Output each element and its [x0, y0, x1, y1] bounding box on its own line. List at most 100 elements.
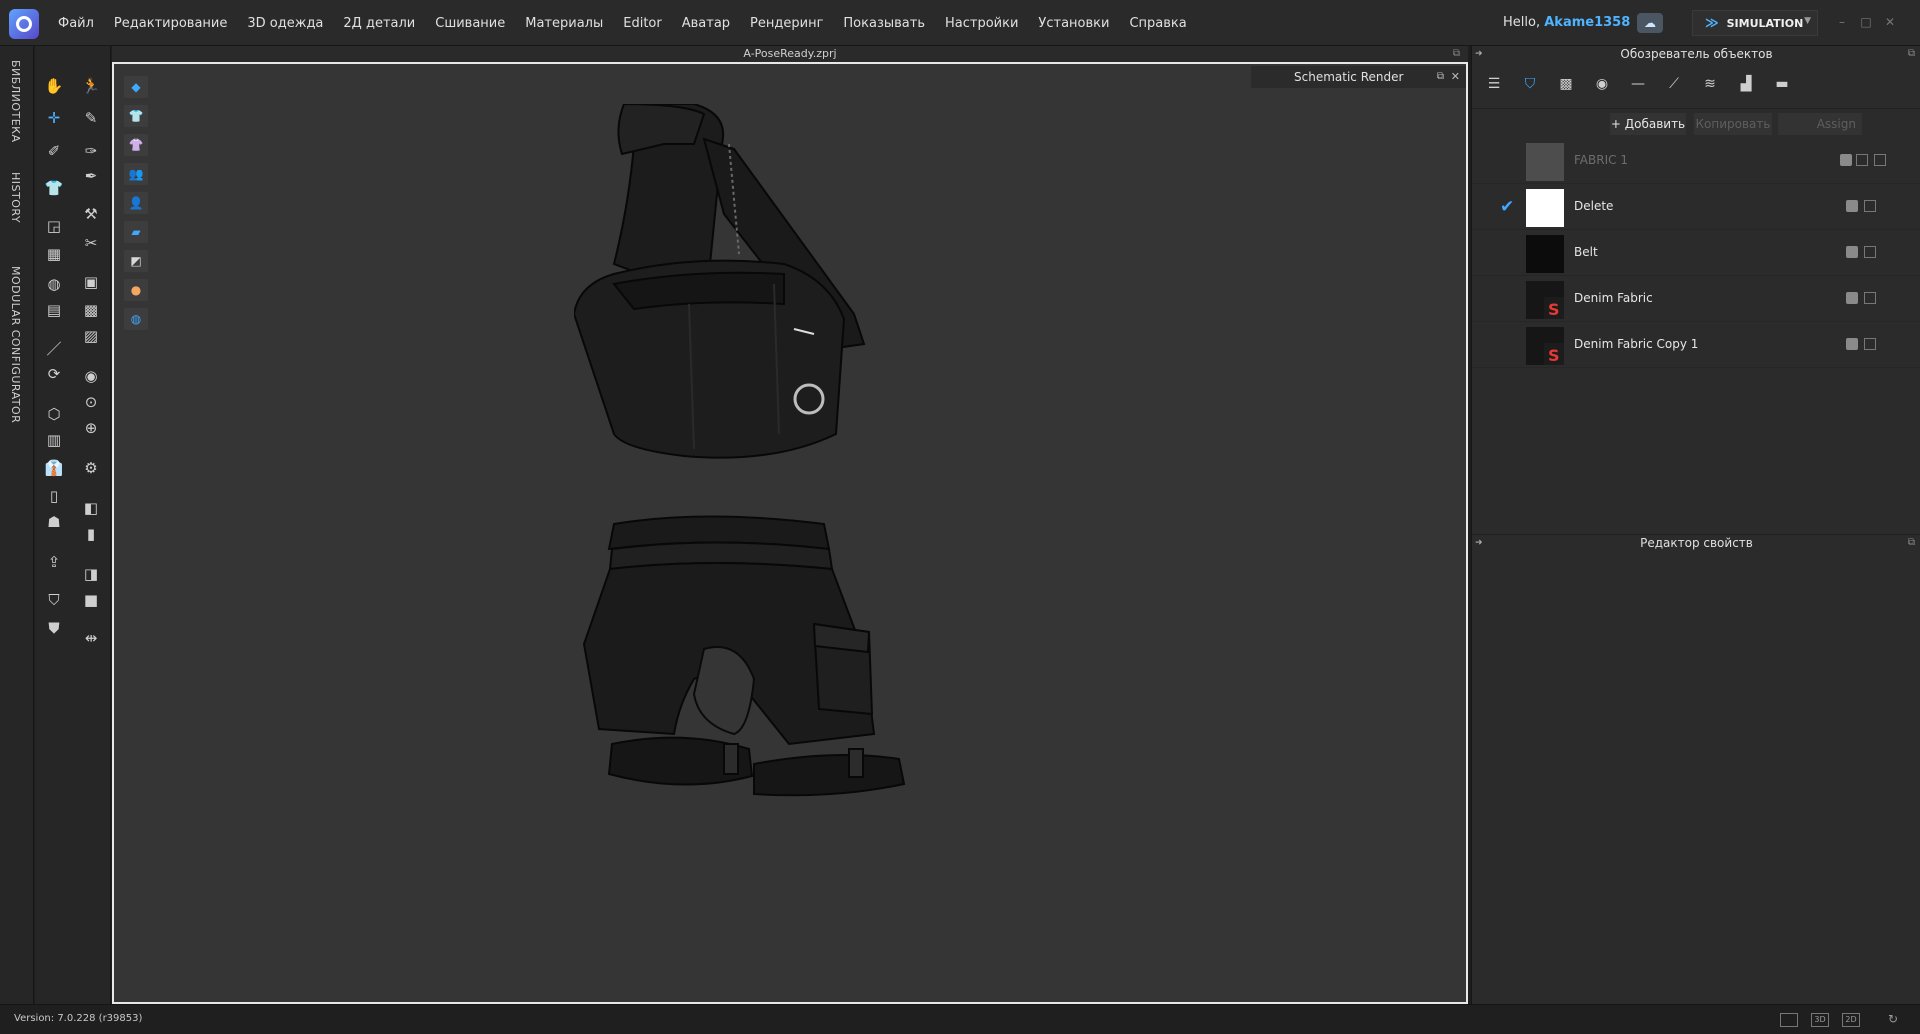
material-copy-icon[interactable]	[1864, 200, 1876, 212]
material-row-denim-fabric[interactable]: S Denim Fabric	[1472, 276, 1920, 322]
material-apply-icon[interactable]	[1846, 338, 1858, 350]
tab-history[interactable]: HISTORY	[9, 172, 22, 223]
menu-3d-garment[interactable]: 3D одежда	[237, 16, 333, 31]
buttonhole-icon[interactable]: ⊙	[77, 390, 105, 414]
tab-modular-configurator[interactable]: MODULAR CONFIGURATOR	[9, 266, 22, 423]
username[interactable]: Akame1358	[1544, 15, 1630, 30]
copy-button[interactable]: Копировать	[1694, 113, 1772, 135]
layer-display-icon[interactable]: ▰	[124, 221, 148, 243]
pattern-fill-icon[interactable]: ▩	[77, 298, 105, 322]
popout-icon[interactable]: ⧉	[1453, 46, 1460, 62]
material-copy-icon[interactable]	[1864, 338, 1876, 350]
trace-icon[interactable]: ◨	[77, 562, 105, 586]
material-copy-icon[interactable]	[1856, 154, 1868, 166]
material-copy-icon[interactable]	[1864, 292, 1876, 304]
trim-tab-icon[interactable]: ▬	[1764, 66, 1800, 102]
collapse-arrow-icon[interactable]: ➜	[1475, 535, 1483, 551]
material-row-denim-fabric-copy-1[interactable]: S Denim Fabric Copy 1	[1472, 322, 1920, 368]
menu-settings[interactable]: Настройки	[935, 16, 1028, 31]
topstitch-tab-icon[interactable]: —	[1620, 66, 1656, 102]
avatar-icon[interactable]: 👤	[124, 192, 148, 214]
texture-icon[interactable]: ▨	[77, 324, 105, 348]
fold-icon[interactable]: ◲	[40, 214, 68, 238]
close-icon[interactable]: ✕	[1451, 66, 1460, 88]
menu-preferences[interactable]: Установки	[1028, 16, 1119, 31]
avatar-pose-icon[interactable]: 🏃	[77, 74, 105, 98]
puckering-icon[interactable]: ▦	[40, 242, 68, 266]
sewing-needle-icon[interactable]: ✐	[40, 139, 68, 163]
print-icon[interactable]: ▣	[77, 270, 105, 294]
button-tool-icon[interactable]: ◉	[77, 364, 105, 388]
garment-3d-model[interactable]	[574, 104, 934, 804]
material-row-belt[interactable]: Belt	[1472, 230, 1920, 276]
fabric-tab-icon[interactable]: ⛉	[1512, 66, 1548, 102]
menu-editor[interactable]: Editor	[613, 16, 671, 31]
popout-icon[interactable]: ⧉	[1908, 535, 1915, 551]
simulation-mode-dropdown[interactable]: ≫ SIMULATION ▼	[1692, 10, 1818, 36]
material-apply-icon[interactable]	[1840, 154, 1852, 166]
pants-icon[interactable]: ▯	[40, 484, 68, 508]
puff-icon[interactable]: ⬡	[40, 402, 68, 426]
pattern-piece-icon[interactable]: ◧	[77, 496, 105, 520]
material-row-delete[interactable]: ✔ Delete	[1472, 184, 1920, 230]
graphic-tab-icon[interactable]: ▟	[1728, 66, 1764, 102]
block-icon[interactable]: ■	[77, 588, 105, 612]
menu-sewing[interactable]: Сшивание	[425, 16, 515, 31]
cloud-icon[interactable]: ☁	[1637, 13, 1663, 33]
maximize-icon[interactable]: □	[1858, 15, 1874, 31]
avatar-display-icon[interactable]: 👥	[124, 163, 148, 185]
pin-icon[interactable]: ✑	[77, 139, 105, 163]
show-garment-icon[interactable]: 👕	[124, 105, 148, 127]
refresh-icon[interactable]: ↻	[1884, 1013, 1902, 1027]
garment-icon[interactable]: 👕	[40, 176, 68, 200]
shirt-tool-icon[interactable]: 👔	[40, 456, 68, 480]
pin-icon[interactable]: ⧉	[1437, 66, 1444, 88]
fitting-suit-icon[interactable]: ▥	[40, 428, 68, 452]
add-button[interactable]: + Добавить	[1610, 113, 1686, 135]
material-apply-icon[interactable]	[1846, 292, 1858, 304]
line-tool-icon[interactable]: ／	[40, 336, 68, 360]
3d-viewport[interactable]: Schematic Render ⧉ ✕ ◆ 👕 👚 👥 👤 ▰ ◩ ● ◍	[112, 62, 1468, 1004]
cut-icon[interactable]: ✂	[77, 231, 105, 255]
menu-edit[interactable]: Редактирование	[104, 16, 237, 31]
app-logo-icon[interactable]	[9, 9, 39, 39]
steam-icon[interactable]: ⚒	[77, 202, 105, 226]
select-move-icon[interactable]: ✋	[40, 74, 68, 98]
material-apply-icon[interactable]	[1846, 200, 1858, 212]
zipper-icon[interactable]: ⊕	[77, 416, 105, 440]
material-delete-icon[interactable]	[1874, 154, 1886, 166]
close-icon[interactable]: ✕	[1882, 15, 1898, 31]
menu-2d-pattern[interactable]: 2Д детали	[333, 16, 425, 31]
material-apply-icon[interactable]	[1846, 246, 1858, 258]
texture-tab-icon[interactable]: ▩	[1548, 66, 1584, 102]
view-2d-button[interactable]: 2D	[1842, 1013, 1860, 1027]
transform-icon[interactable]: ✛	[40, 106, 68, 130]
split-view-icon[interactable]	[1780, 1013, 1798, 1027]
minimize-icon[interactable]: –	[1834, 15, 1850, 31]
rotate-icon[interactable]: ⟳	[40, 362, 68, 386]
skin-display-icon[interactable]: ●	[124, 279, 148, 301]
view-3d-button[interactable]: 3D	[1811, 1013, 1829, 1027]
tack-icon[interactable]: ✎	[77, 106, 105, 130]
environment-icon[interactable]: ◍	[124, 308, 148, 330]
garment-texture-icon[interactable]: 👚	[124, 134, 148, 156]
user-greeting[interactable]: Hello, Akame1358	[1503, 15, 1630, 30]
show-3d-garment-icon[interactable]: ◆	[124, 76, 148, 98]
hanger-icon[interactable]: ⛉	[40, 588, 68, 612]
menu-display[interactable]: Показывать	[833, 16, 935, 31]
brush-icon[interactable]: ✒	[77, 164, 105, 188]
collapse-arrow-icon[interactable]: ➜	[1475, 46, 1483, 62]
menu-render[interactable]: Рендеринг	[740, 16, 833, 31]
align-icon[interactable]: ⇹	[77, 626, 105, 650]
menu-help[interactable]: Справка	[1119, 16, 1196, 31]
list-view-icon[interactable]: ☰	[1476, 66, 1512, 102]
trim-icon[interactable]: ▤	[40, 298, 68, 322]
fabric-display-icon[interactable]: ◩	[124, 250, 148, 272]
menu-file[interactable]: Файл	[48, 16, 104, 31]
assign-button[interactable]: Assign	[1778, 113, 1862, 135]
material-copy-icon[interactable]	[1864, 246, 1876, 258]
measure-icon[interactable]: ⚙	[77, 456, 105, 480]
menu-avatar[interactable]: Аватар	[672, 16, 740, 31]
avatar-icon[interactable]: ☗	[40, 510, 68, 534]
tab-library[interactable]: БИБЛИОТЕКА	[9, 60, 22, 142]
